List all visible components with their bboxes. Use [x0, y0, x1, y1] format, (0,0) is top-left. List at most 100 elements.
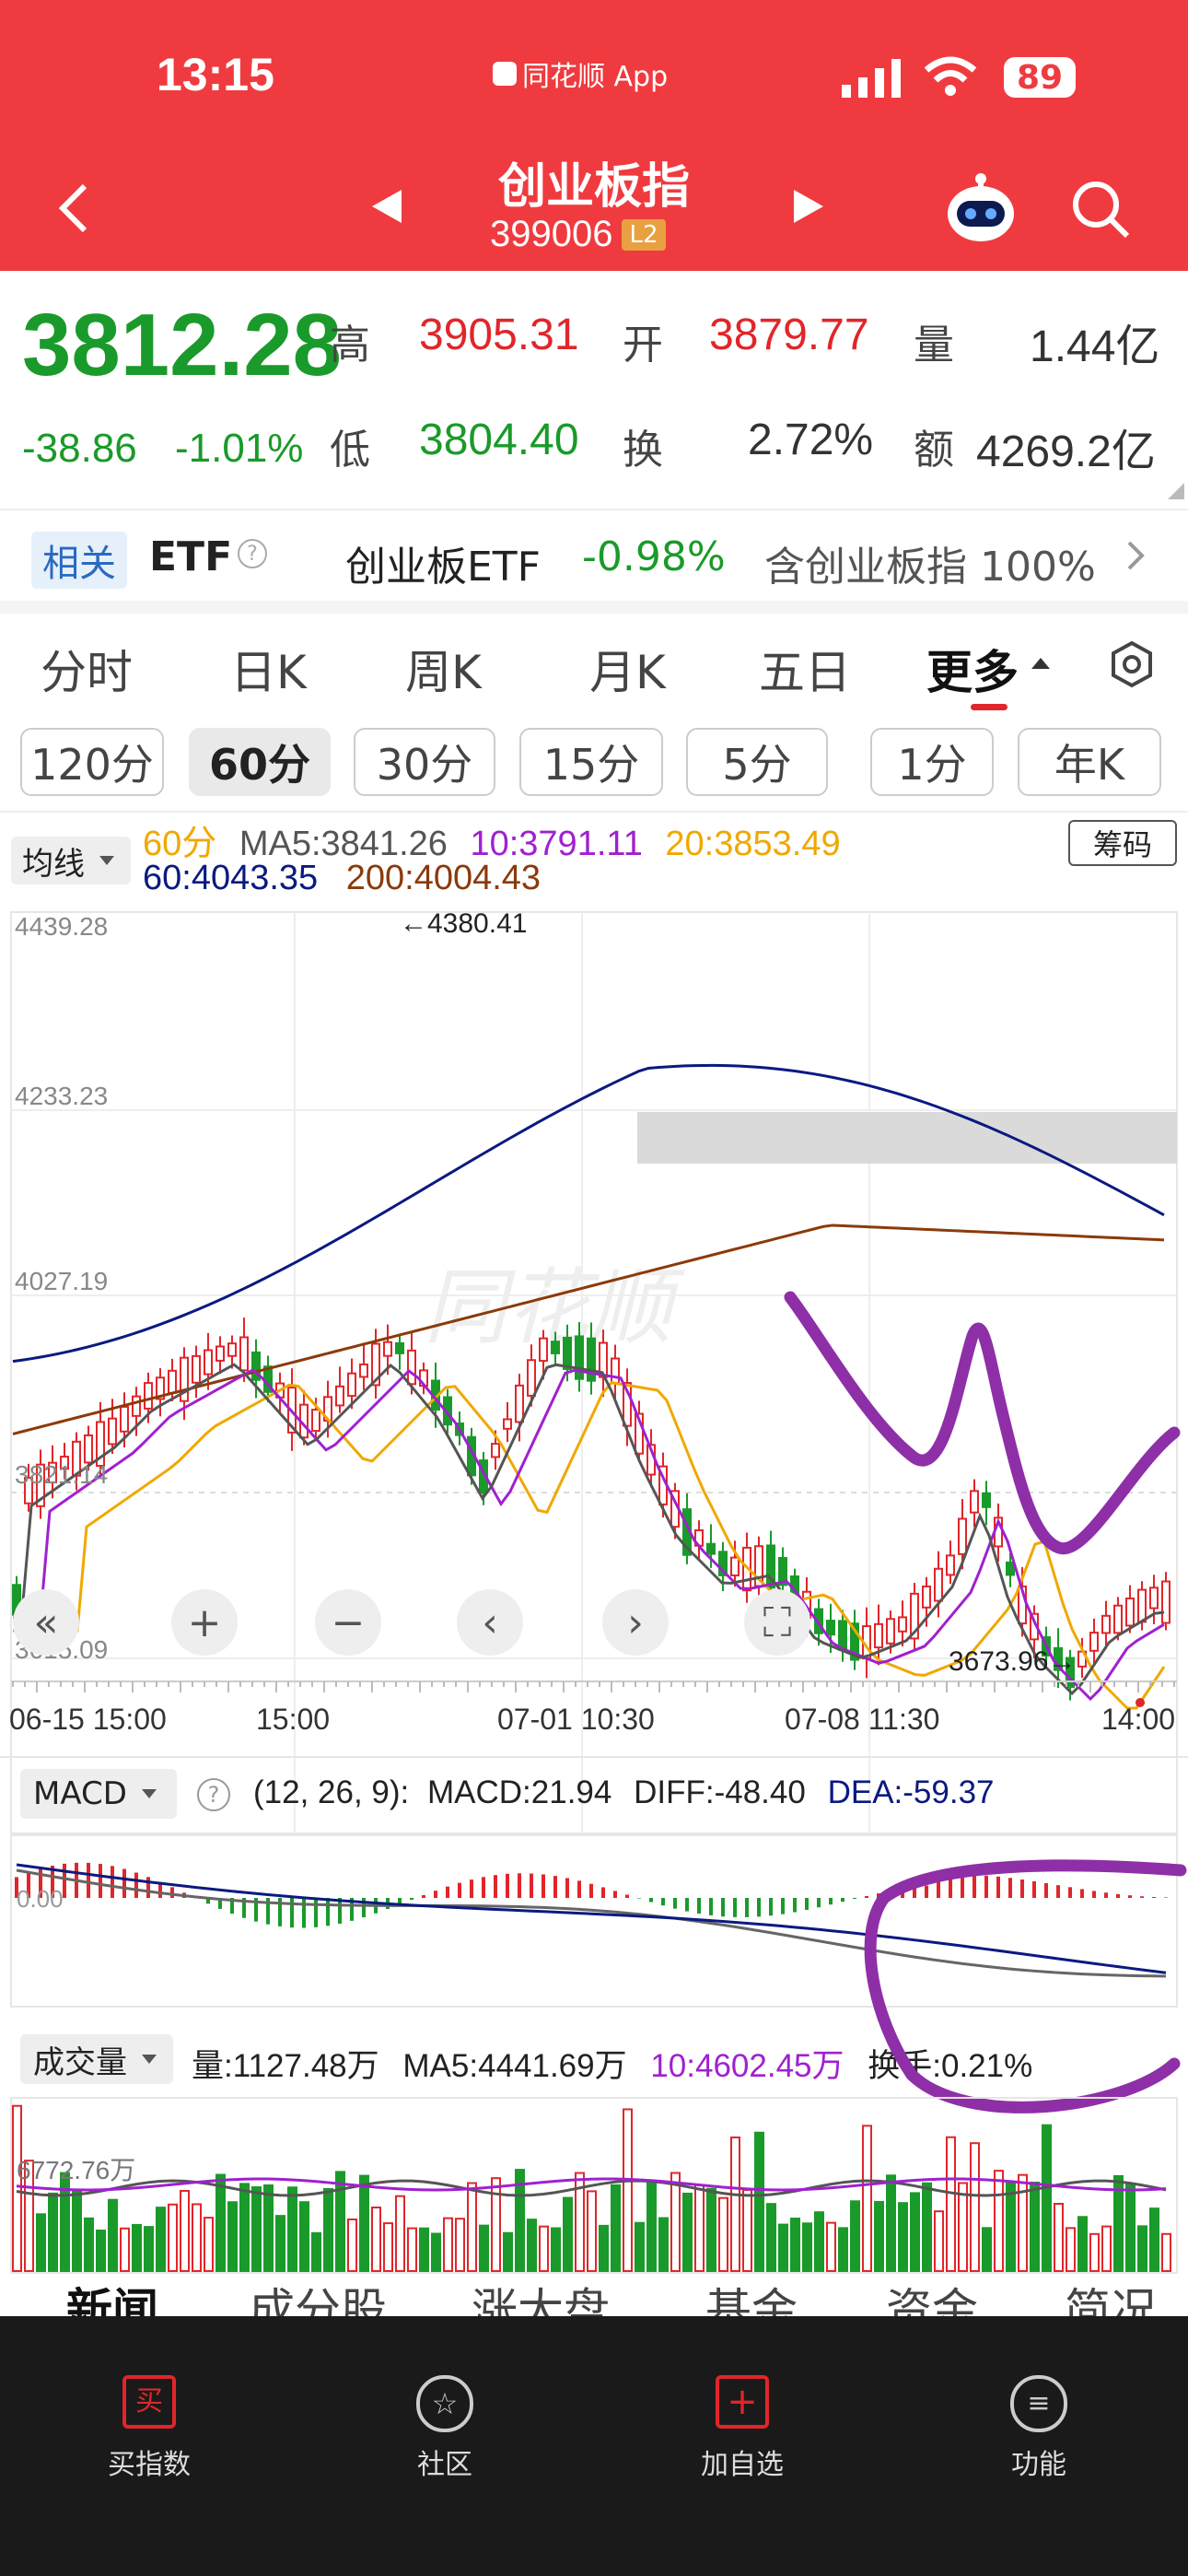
macd-selector[interactable]: MACD [20, 1769, 177, 1819]
now-dot [1136, 1698, 1145, 1707]
fullscreen-icon[interactable]: ⛶ [744, 1589, 810, 1656]
ma20-value: 20:3853.49 [665, 825, 841, 863]
battery-level: 89 [1016, 58, 1064, 97]
candle [982, 1492, 991, 1508]
scroll-left-icon[interactable]: ‹ [457, 1589, 523, 1656]
chart-settings-icon[interactable] [1107, 639, 1157, 689]
candle [168, 1369, 177, 1394]
tab-year-k[interactable]: 年K [1018, 728, 1161, 796]
tab-15min[interactable]: 15分 [519, 728, 663, 796]
volume-bar [551, 2227, 561, 2272]
related-etf-row[interactable]: 相关 ETF ? 创业板ETF -0.98% 含创业板指 100% [0, 511, 1188, 600]
zoom-out-full-icon[interactable]: « [13, 1589, 79, 1656]
volume-bar [958, 2182, 968, 2272]
search-icon[interactable] [1068, 177, 1133, 241]
x-tick-2: 15:00 [256, 1703, 330, 1736]
volume-bar [120, 2227, 130, 2272]
tab-monthly-k[interactable]: 月K [589, 636, 666, 702]
candle [311, 1409, 320, 1433]
volume-bar [826, 2221, 836, 2272]
volume-bar [862, 2125, 872, 2273]
tab-60min[interactable]: 60分 [189, 728, 331, 796]
tab-5min[interactable]: 5分 [686, 728, 828, 796]
robot-assistant-icon[interactable] [944, 171, 1018, 245]
candle [611, 1357, 620, 1385]
tab-fenshi[interactable]: 分时 [41, 636, 133, 702]
volume-chart[interactable]: 6772.76万 [0, 2096, 1188, 2280]
tab-more[interactable]: 更多 [926, 636, 1019, 702]
tab-five-day[interactable]: 五日 [759, 636, 851, 702]
y-tick-4: 3821.14 [15, 1460, 108, 1489]
tab-daily-k[interactable]: 日K [230, 636, 307, 702]
open-label: 开 [623, 322, 663, 369]
help-icon[interactable]: ? [238, 539, 267, 568]
volume-bar [1101, 2225, 1112, 2272]
volume-bar [156, 2207, 166, 2272]
high-marker: ←4380.41 [400, 908, 527, 939]
chips-button[interactable]: 筹码 [1068, 820, 1177, 866]
back-icon[interactable] [55, 181, 92, 236]
tab-30min[interactable]: 30分 [354, 728, 495, 796]
caret-up-icon [1031, 658, 1050, 669]
tab-weekly-k[interactable]: 周K [405, 636, 482, 702]
candle [539, 1337, 548, 1363]
related-tag: 相关 [31, 532, 127, 589]
x-tick-marks [12, 1681, 1175, 1692]
etf-change: -0.98% [582, 533, 726, 580]
prev-index-icon[interactable] [368, 186, 405, 227]
ma-selector[interactable]: 均线 [11, 837, 131, 884]
volume-bar [431, 2232, 441, 2273]
zoom-out-icon[interactable]: − [315, 1589, 381, 1656]
battery-icon: 89 [1004, 57, 1076, 98]
status-app: 同花顺 App [493, 53, 668, 94]
macd-value: MACD:21.94 [427, 1774, 612, 1810]
volume-bar [383, 2222, 393, 2272]
volume-bar [982, 2227, 992, 2272]
ma5-value: MA5:3841.26 [239, 825, 448, 863]
volume-bars [12, 2104, 1171, 2273]
expand-corner-icon[interactable] [1168, 483, 1184, 499]
macd-legend: (12, 26, 9): MACD:21.94 DIFF:-48.40 DEA:… [253, 1774, 995, 1811]
candle [1161, 1580, 1171, 1624]
volume-bar [108, 2198, 118, 2272]
tab-120min[interactable]: 120分 [20, 728, 164, 796]
candle [838, 1620, 847, 1651]
scroll-right-icon[interactable]: › [602, 1589, 669, 1656]
volume-label: 量 [914, 322, 954, 369]
nav-functions[interactable]: ≡ 功能 [974, 2375, 1103, 2482]
volume-bar [311, 2231, 321, 2272]
candle [946, 1554, 955, 1576]
nav-community[interactable]: ☆ 社区 [380, 2375, 509, 2482]
volume-bar [814, 2211, 824, 2272]
x-tick-3: 07-01 10:30 [497, 1703, 655, 1736]
star-icon: ☆ [416, 2375, 473, 2432]
nav-add-watchlist[interactable]: + 加自选 [678, 2375, 807, 2482]
candle [922, 1585, 931, 1609]
status-app-label: 同花顺 App [522, 61, 669, 93]
macd-selector-label: MACD [33, 1775, 127, 1812]
candle [970, 1490, 979, 1514]
volume-bar [934, 2210, 944, 2272]
volume-bar [706, 2187, 716, 2272]
next-index-icon[interactable] [790, 186, 827, 227]
kline-chart[interactable]: 同花顺 4439.28 4233.23 4027.19 3821.14 3615… [0, 903, 1188, 1879]
volume-bar [251, 2186, 262, 2272]
nav-buy-index-label: 买指数 [108, 2449, 191, 2481]
nav-functions-label: 功能 [1011, 2449, 1066, 2481]
candle [204, 1349, 213, 1376]
volume-bar [658, 2217, 669, 2273]
nav-buy-index[interactable]: 买 买指数 [85, 2375, 214, 2482]
signal-icon [842, 59, 901, 98]
volume-bar [479, 2224, 489, 2272]
volume-bar [754, 2131, 764, 2273]
volume-bar [922, 2182, 932, 2272]
candle [359, 1363, 368, 1378]
volume-bar [898, 2202, 908, 2272]
candle [215, 1345, 225, 1362]
tab-1min[interactable]: 1分 [870, 728, 994, 796]
volume-bar [407, 2227, 417, 2272]
dropdown-icon [141, 1789, 157, 1798]
macd-help-icon[interactable]: ? [197, 1778, 230, 1811]
volume-bar [1030, 2182, 1040, 2272]
zoom-in-icon[interactable]: + [171, 1589, 238, 1656]
